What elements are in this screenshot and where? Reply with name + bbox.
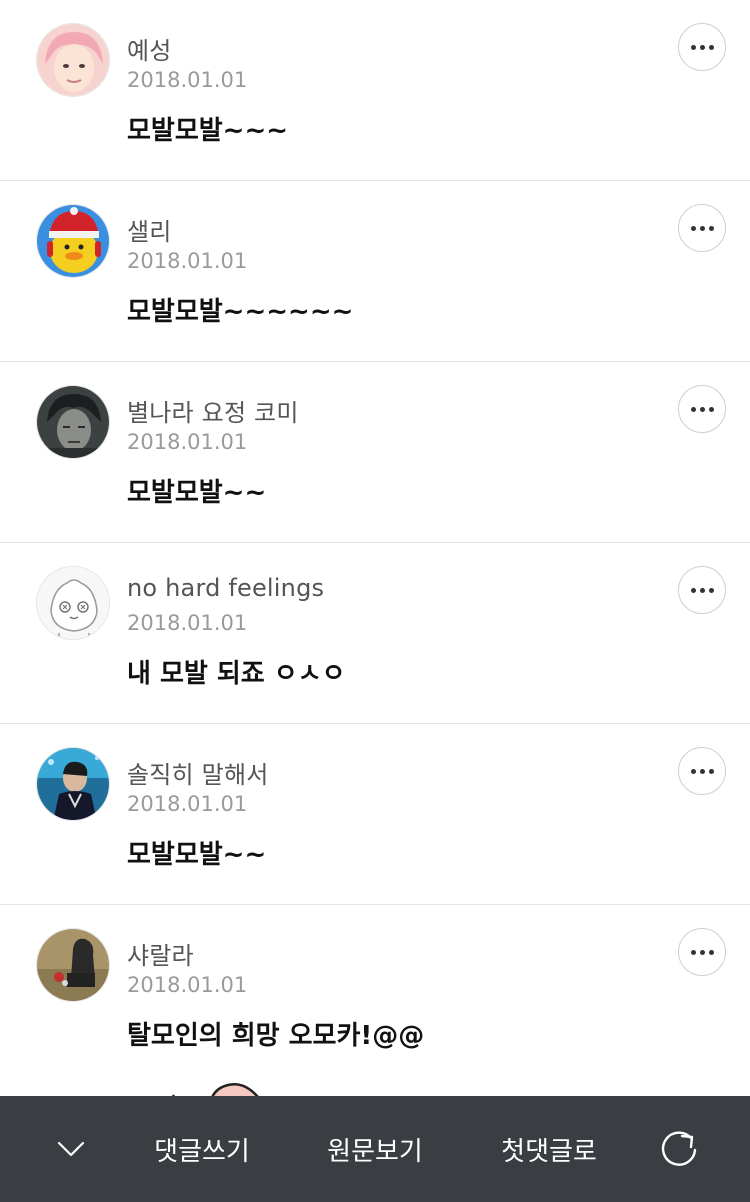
collapse-button[interactable] [46,1096,96,1202]
sticker-image [150,1075,280,1096]
more-horizontal-icon [690,949,714,955]
avatar[interactable] [36,23,110,97]
comment-author[interactable]: 샐리 [127,212,172,247]
more-horizontal-icon [690,768,714,774]
more-horizontal-icon [690,406,714,412]
more-horizontal-icon [690,44,714,50]
comment-date: 2018.01.01 [127,973,248,997]
avatar[interactable] [36,747,110,821]
first-comment-button[interactable]: 첫댓글로 [487,1096,611,1202]
bottom-action-bar: 댓글쓰기 원문보기 첫댓글로 [0,1096,750,1202]
comment-date: 2018.01.01 [127,792,248,816]
comment-item: 예성 2018.01.01 모발모발~~~ [0,0,750,181]
more-button[interactable] [678,928,726,976]
comment-author[interactable]: 예성 [127,31,172,66]
comment-author[interactable]: 솔직히 말해서 [127,755,269,790]
comment-date: 2018.01.01 [127,430,248,454]
comment-item: 샤랄라 2018.01.01 탈모인의 희망 오모카!@@ [0,905,750,1086]
comment-item: 솔직히 말해서 2018.01.01 모발모발~~ [0,724,750,905]
avatar[interactable] [36,928,110,1002]
more-button[interactable] [678,204,726,252]
comment-text: 모발모발~~ [127,478,267,508]
comment-author[interactable]: no hard feelings [127,574,324,602]
more-button[interactable] [678,747,726,795]
chevron-down-icon [57,1141,85,1157]
view-original-button[interactable]: 원문보기 [313,1096,437,1202]
comment-author[interactable]: 샤랄라 [127,936,194,971]
comment-date: 2018.01.01 [127,249,248,273]
more-button[interactable] [678,23,726,71]
more-button[interactable] [678,385,726,433]
more-button[interactable] [678,566,726,614]
refresh-button[interactable] [652,1096,706,1202]
avatar[interactable] [36,204,110,278]
comment-item: 샐리 2018.01.01 모발모발~~~~~~ [0,181,750,362]
avatar[interactable] [36,566,110,640]
comment-author[interactable]: 별나라 요정 코미 [127,393,299,428]
more-horizontal-icon [690,587,714,593]
comment-feed: 예성 2018.01.01 모발모발~~~ 샐리 2018.01.01 모발모발… [0,0,750,1096]
comment-text: 탈모인의 희망 오모카!@@ [127,1021,425,1051]
comment-text: 모발모발~~ [127,840,267,870]
comment-date: 2018.01.01 [127,611,248,635]
comment-text: 모발모발~~~~~~ [127,297,354,327]
comment-item: no hard feelings 2018.01.01 내 모발 되죠 ㅇㅅㅇ [0,543,750,724]
avatar[interactable] [36,385,110,459]
write-comment-button[interactable]: 댓글쓰기 [140,1096,264,1202]
more-horizontal-icon [690,225,714,231]
comment-item: 별나라 요정 코미 2018.01.01 모발모발~~ [0,362,750,543]
comment-text: 내 모발 되죠 ㅇㅅㅇ [127,659,346,689]
comment-text: 모발모발~~~ [127,116,289,146]
comment-date: 2018.01.01 [127,68,248,92]
refresh-icon [661,1131,697,1166]
